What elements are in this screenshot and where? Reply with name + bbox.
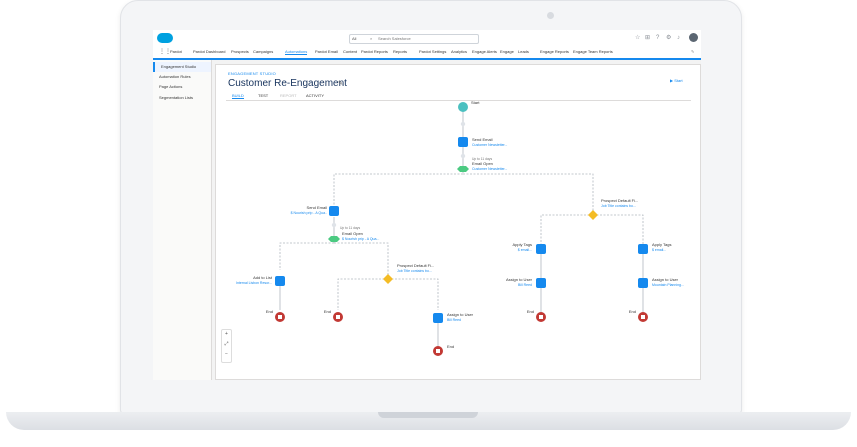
send-email-1-title: Send Email <box>472 137 493 142</box>
nav-item-analytics[interactable]: Analytics <box>451 49 467 54</box>
gear-icon[interactable]: ⚙ <box>666 34 671 42</box>
rule-icon[interactable] <box>588 210 598 220</box>
end-label: End <box>324 309 331 314</box>
sidebar-item-engagement-studio[interactable]: Engagement Studio <box>153 62 211 72</box>
sidebar-item-page-actions[interactable]: Page Actions <box>153 82 211 92</box>
nav-item-engage-reports[interactable]: Engage Reports <box>540 49 569 54</box>
prospect-default-2-title: Prospect Default Fi... <box>397 263 434 268</box>
prospect-default-1-sub: Job Title contains bo... <box>601 204 636 208</box>
search-input[interactable]: Search Salesforce <box>378 36 411 41</box>
email-open-1-title: Email Open <box>472 161 493 166</box>
assign-user-1-title: Assign to User <box>506 277 533 282</box>
wait-2-label: Up to 11 days <box>340 226 360 230</box>
apply-tags-icon[interactable] <box>536 244 546 254</box>
assign-user-1-sub: Bill Reed <box>518 283 532 287</box>
zoom-controls: + ⤢ − <box>221 329 232 363</box>
add-to-list-title: Add to List <box>253 275 273 280</box>
app-screen: All ⌕ Search Salesforce ☆ ⊞ ? ⚙ ♪ ⋮⋮ Par… <box>153 30 701 380</box>
nav-item-engage-team-reports[interactable]: Engage Team Reports <box>573 49 613 54</box>
sidebar-item-automation-rules[interactable]: Automation Rules <box>153 72 211 82</box>
email-open-trigger-icon[interactable] <box>457 166 469 172</box>
nav-item-pardot-settings[interactable]: Pardot Settings <box>419 49 446 54</box>
search-scope[interactable]: All <box>352 36 356 41</box>
zoom-out-button[interactable]: − <box>222 351 231 357</box>
nav-item-engage-alerts[interactable]: Engage Alerts <box>472 49 497 54</box>
add-step-icon[interactable] <box>460 153 466 159</box>
laptop-notch <box>378 412 478 418</box>
assign-user-icon[interactable] <box>536 278 546 288</box>
send-email-2-title: Send Email <box>307 205 328 210</box>
bell-icon[interactable]: ♪ <box>677 34 680 42</box>
assign-user-2-sub: Mountain Planning... <box>652 283 684 287</box>
apply-tags-2-sub: $ email... <box>652 248 666 252</box>
assign-user-mid-title: Assign to User <box>447 312 474 317</box>
zoom-in-button[interactable]: + <box>222 331 231 337</box>
add-to-list-icon[interactable] <box>275 276 285 286</box>
add-icon[interactable]: ⊞ <box>645 34 650 42</box>
assign-user-icon[interactable] <box>433 313 443 323</box>
apply-tags-icon[interactable] <box>638 244 648 254</box>
help-icon[interactable]: ? <box>656 34 659 42</box>
salesforce-logo[interactable] <box>157 33 173 43</box>
rule-icon[interactable] <box>383 274 393 284</box>
search-icon: ⌕ <box>370 36 373 41</box>
start-node[interactable] <box>458 102 468 112</box>
prospect-default-1-title: Prospect Default Fi... <box>601 198 638 203</box>
end-label: End <box>527 309 534 314</box>
engagement-canvas: ENGAGEMENT STUDIO Customer Re-Engagement… <box>215 64 701 380</box>
nav-item-pardot-dashboard[interactable]: Pardot Dashboard <box>193 49 225 54</box>
apply-tags-2-title: Apply Tags <box>652 242 672 247</box>
email-open-trigger-icon[interactable] <box>328 236 340 242</box>
end-label: End <box>629 309 636 314</box>
app-name: Pardot <box>170 49 182 54</box>
app-nav: ⋮⋮ Pardot Pardot Dashboard Prospects Cam… <box>153 46 701 60</box>
assign-user-icon[interactable] <box>638 278 648 288</box>
flow-diagram: Start Send Email Customer Newsletter... … <box>236 100 684 356</box>
global-search[interactable]: All ⌕ Search Salesforce <box>349 34 479 44</box>
nav-item-automations[interactable]: Automations <box>285 49 308 55</box>
add-step-icon[interactable] <box>460 121 466 127</box>
send-email-1-sub: Customer Newsletter... <box>472 143 507 147</box>
email-open-2-sub: $ Nourish prip - A Qua... <box>342 237 379 241</box>
assign-user-mid-sub: Bill Reed <box>447 318 461 322</box>
automation-sidebar: Engagement Studio Automation Rules Page … <box>153 60 212 380</box>
start-label: Start <box>471 100 480 105</box>
add-to-list-sub: Internal Lisbon Resor... <box>236 281 272 285</box>
nav-item-prospects[interactable]: Prospects <box>231 49 249 54</box>
end-label: End <box>266 309 273 314</box>
edit-nav-icon[interactable]: ✎ <box>691 49 694 54</box>
star-icon[interactable]: ☆ <box>635 34 640 42</box>
nav-item-campaigns[interactable]: Campaigns <box>253 49 273 54</box>
avatar[interactable] <box>689 33 698 42</box>
nav-item-pardot-email[interactable]: Pardot Email <box>315 49 338 54</box>
apply-tags-1-sub: $ email... <box>518 248 532 252</box>
email-open-1-sub: Customer Newsletter... <box>472 167 507 171</box>
nav-item-leads[interactable]: Leads <box>518 49 529 54</box>
nav-item-content[interactable]: Content <box>343 49 357 54</box>
email-open-2-title: Email Open <box>342 231 363 236</box>
sidebar-item-segmentation-lists[interactable]: Segmentation Lists <box>153 93 211 103</box>
nav-item-pardot-reports[interactable]: Pardot Reports <box>361 49 388 54</box>
add-step-icon[interactable] <box>331 222 337 228</box>
send-email-icon[interactable] <box>458 137 468 147</box>
apply-tags-1-title: Apply Tags <box>513 242 533 247</box>
send-email-2-sub: $ Nourish prip - A Qua.. <box>291 211 327 215</box>
nav-item-reports[interactable]: Reports <box>393 49 407 54</box>
end-label: End <box>447 344 454 349</box>
global-header: All ⌕ Search Salesforce ☆ ⊞ ? ⚙ ♪ <box>153 30 701 47</box>
prospect-default-2-sub: Job Title contains bo... <box>397 269 432 273</box>
camera-icon <box>547 12 554 19</box>
nav-item-engage[interactable]: Engage <box>500 49 514 54</box>
fit-view-button[interactable]: ⤢ <box>222 341 231 347</box>
assign-user-2-title: Assign to User <box>652 277 679 282</box>
send-email-icon[interactable] <box>329 206 339 216</box>
